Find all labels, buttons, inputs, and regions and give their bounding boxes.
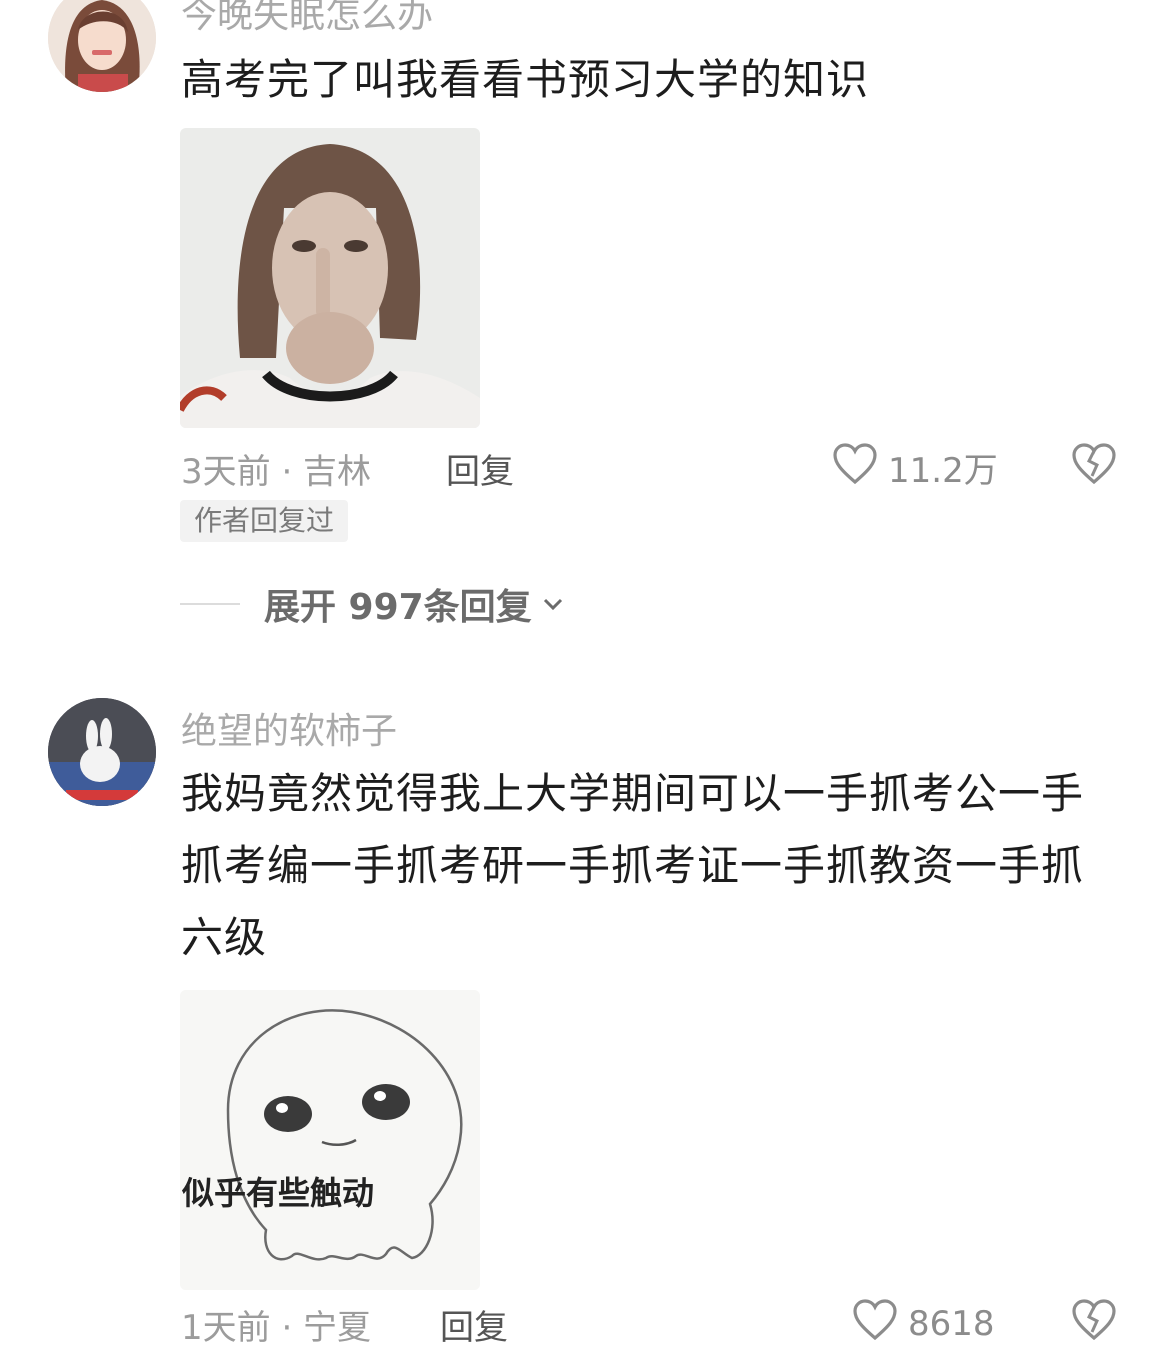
reply-button[interactable]: 回复: [446, 444, 514, 493]
heart-outline-icon: [852, 1298, 898, 1349]
expand-replies-label: 展开 997条回复: [264, 587, 532, 628]
username[interactable]: 绝望的软柿子: [181, 702, 397, 754]
dislike-button[interactable]: [1070, 1298, 1118, 1344]
comment-text: 高考完了叫我看看书预习大学的知识: [181, 55, 870, 104]
broken-heart-icon: [1070, 1299, 1118, 1344]
heart-outline-icon: [832, 442, 878, 493]
dislike-button[interactable]: [1070, 442, 1118, 488]
expand-replies-button[interactable]: 展开 997条回复: [180, 578, 566, 630]
chevron-down-icon: [540, 591, 566, 617]
like-count: 8618: [908, 1303, 995, 1344]
avatar[interactable]: [48, 698, 156, 806]
meme-image-shush[interactable]: [180, 128, 480, 428]
like-button[interactable]: 8618: [852, 1298, 995, 1349]
avatar[interactable]: [48, 0, 156, 92]
like-button[interactable]: 11.2万: [832, 442, 998, 493]
meme-image-ghost[interactable]: 似乎有些触动: [180, 990, 480, 1290]
username[interactable]: 今晚失眠怎么办: [181, 0, 433, 38]
broken-heart-icon: [1070, 443, 1118, 488]
like-count: 11.2万: [888, 451, 998, 491]
comment-text: 我妈竟然觉得我上大学期间可以一手抓考公一手抓考编一手抓考研一手抓考证一手抓教资一…: [181, 769, 1085, 962]
comment-meta: 3天前 · 吉林: [181, 452, 372, 492]
meme-caption: 似乎有些触动: [182, 1174, 375, 1212]
divider: [180, 603, 240, 605]
author-replied-badge: 作者回复过: [180, 500, 349, 542]
